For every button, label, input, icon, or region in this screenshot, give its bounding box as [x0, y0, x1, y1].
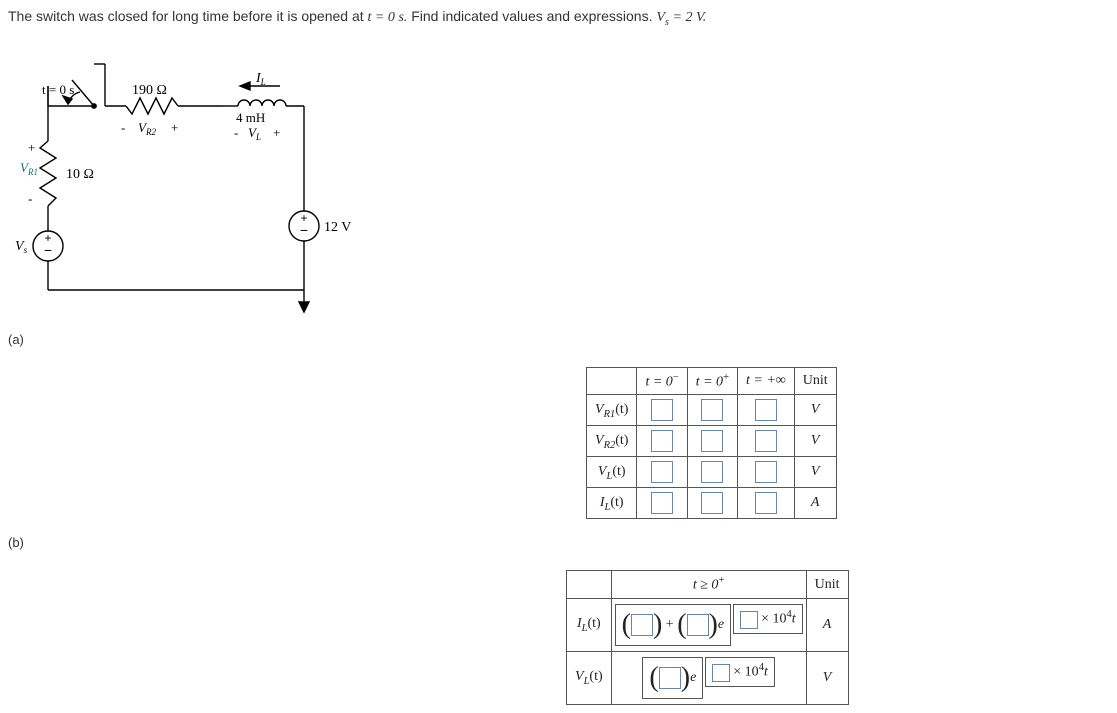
input-vl-coef[interactable]: [659, 667, 681, 689]
input-vr2-inf[interactable]: [755, 430, 777, 452]
input-vr1-inf[interactable]: [755, 399, 777, 421]
input-il-coef[interactable]: [687, 614, 709, 636]
table-row: VL(t) ()e × 104t V: [567, 652, 849, 705]
svg-text:t = 0 s: t = 0 s: [42, 82, 74, 97]
svg-text:10 Ω: 10 Ω: [66, 167, 94, 182]
svg-text:−: −: [300, 222, 308, 238]
th-tge0: t ≥ 0+: [611, 571, 806, 599]
part-a-label: (a): [8, 332, 1109, 347]
svg-text:IL: IL: [255, 71, 266, 87]
svg-text:VR1: VR1: [20, 160, 38, 177]
input-vr1-0m[interactable]: [651, 399, 673, 421]
th-t0minus: t = 0−: [637, 367, 687, 395]
th-tinf: t = +∞: [737, 367, 794, 395]
table-row: VR1(t) V: [587, 395, 837, 426]
table-row: IL(t) () + ()e × 104t A: [567, 599, 849, 652]
svg-text:+: +: [273, 125, 280, 140]
th-unit-b: Unit: [806, 571, 848, 599]
part-b-label: (b): [8, 535, 1109, 550]
input-il-0m[interactable]: [651, 492, 673, 514]
svg-text:-: -: [234, 125, 238, 140]
input-vr2-0m[interactable]: [651, 430, 673, 452]
input-vr2-0p[interactable]: [701, 430, 723, 452]
input-vr1-0p[interactable]: [701, 399, 723, 421]
svg-text:+: +: [28, 140, 35, 155]
input-vl-inf[interactable]: [755, 461, 777, 483]
problem-vs: Vs = 2 V.: [656, 10, 706, 25]
svg-text:VL: VL: [248, 125, 261, 142]
input-vl-0p[interactable]: [701, 461, 723, 483]
table-row: IL(t) A: [587, 488, 837, 519]
table-a: t = 0− t = 0+ t = +∞ Unit VR1(t) V VR2(t…: [586, 367, 1109, 520]
input-vl-0m[interactable]: [651, 461, 673, 483]
input-il-exp[interactable]: [740, 611, 758, 629]
input-il-0p[interactable]: [701, 492, 723, 514]
th-unit: Unit: [794, 367, 836, 395]
input-vl-exp[interactable]: [712, 664, 730, 682]
svg-text:+: +: [171, 120, 178, 135]
svg-text:VR2: VR2: [138, 120, 156, 137]
svg-text:190 Ω: 190 Ω: [132, 83, 167, 98]
input-il-const[interactable]: [631, 614, 653, 636]
svg-text:-: -: [28, 191, 32, 206]
svg-text:4 mH: 4 mH: [236, 110, 265, 125]
problem-statement: The switch was closed for long time befo…: [8, 8, 1109, 28]
problem-mid: Find indicated values and expressions.: [411, 8, 656, 24]
input-il-inf[interactable]: [755, 492, 777, 514]
problem-teq: t = 0 s.: [368, 10, 408, 25]
svg-text:−: −: [44, 242, 52, 258]
table-row: VR2(t) V: [587, 426, 837, 457]
svg-text:12 V: 12 V: [324, 220, 351, 235]
table-row: VL(t) V: [587, 457, 837, 488]
th-t0plus: t = 0+: [687, 367, 737, 395]
svg-text:-: -: [121, 120, 125, 135]
svg-text:Vs: Vs: [15, 239, 28, 255]
problem-pre: The switch was closed for long time befo…: [8, 8, 368, 24]
circuit-diagram: + − + − t: [8, 36, 378, 316]
